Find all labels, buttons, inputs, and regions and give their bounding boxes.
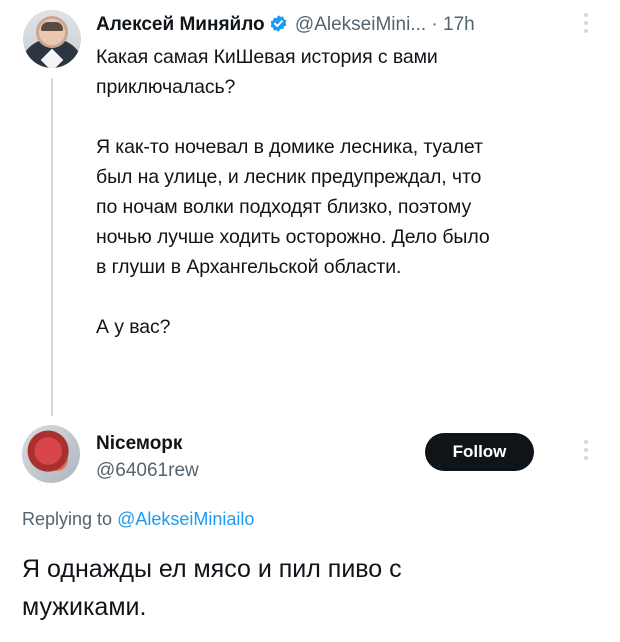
verified-badge-icon	[269, 14, 288, 40]
reply-more-options-icon[interactable]	[584, 440, 588, 460]
reply-author-avatar[interactable]	[22, 425, 80, 483]
tweet-text: Какая самая КиШевая история с вами прикл…	[96, 46, 490, 338]
more-options-icon[interactable]	[584, 13, 588, 33]
replying-prefix: Replying to	[22, 509, 113, 529]
author-handle[interactable]: @AlekseiMini...	[295, 14, 426, 35]
reply-author-name[interactable]: Nісеморк	[96, 433, 182, 455]
tweet-header: Алексей Миняйло @AlekseiMini... · 17h	[96, 13, 475, 40]
thread-connector-line	[51, 78, 53, 416]
reply-author-handle[interactable]: @64061rew	[96, 460, 199, 482]
separator-dot: ·	[431, 14, 438, 35]
replying-to-mention[interactable]: @AlekseiMiniailo	[117, 509, 254, 529]
author-avatar[interactable]	[23, 10, 81, 68]
tweet-timestamp[interactable]: 17h	[443, 14, 475, 35]
author-name[interactable]: Алексей Миняйло	[96, 14, 265, 35]
reply-text: Я однажды ел мясо и пил пиво с мужиками.	[22, 555, 402, 621]
follow-button[interactable]: Follow	[425, 433, 534, 471]
replying-to-line: Replying to @AlekseiMiniailo	[22, 509, 254, 530]
